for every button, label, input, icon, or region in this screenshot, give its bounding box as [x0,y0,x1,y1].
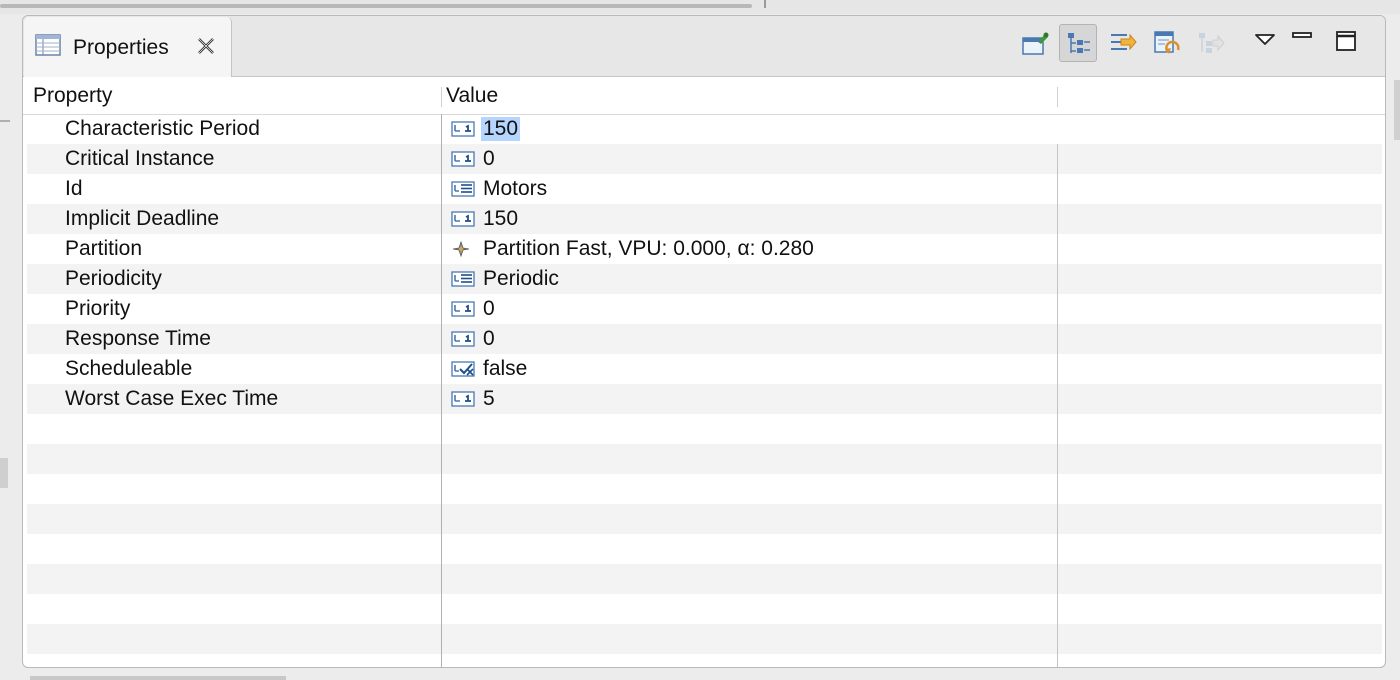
triangle-down-icon [1255,34,1275,45]
property-value-text: 0 [483,147,495,170]
table-row[interactable]: Priority 0 [27,294,1382,324]
property-value-text: 5 [483,387,495,410]
table-row[interactable]: Response Time 0 [27,324,1382,354]
filter-advanced-icon [1111,33,1137,51]
column-header-property[interactable]: Property [33,84,112,108]
table-row [27,564,1382,594]
top-scrollbar-remnant [0,0,1400,14]
text-icon [451,181,475,197]
property-value-text: 150 [481,117,521,141]
column-divider [1057,144,1058,667]
property-name: Implicit Deadline [65,207,220,230]
table-row [27,594,1382,624]
integer-icon [451,211,475,227]
property-name: Characteristic Period [65,117,260,140]
show-categories-button[interactable] [1059,24,1097,62]
restore-default-button[interactable] [1147,24,1185,62]
table-row[interactable]: Scheduleable false [27,354,1382,384]
bottom-scrollbar-remnant [30,676,286,680]
tab-title: Properties [73,36,169,59]
property-value-text: 150 [483,207,519,230]
property-value-text: 0 [483,327,495,350]
integer-icon [451,331,475,347]
properties-table-icon [35,34,61,56]
property-value-text: Periodic [483,267,559,290]
reference-icon [451,240,475,258]
property-name: Partition [65,237,143,260]
column-separator[interactable] [441,87,442,107]
table-row[interactable]: Characteristic Period 150 [27,114,1382,144]
scrollbar-thumb[interactable] [0,4,752,8]
properties-table: Property Value Characteristic Period 150 C… [23,78,1385,667]
property-name: Priority [65,297,131,320]
table-row[interactable]: Worst Case Exec Time 5 [27,384,1382,414]
property-name: Critical Instance [65,147,215,170]
disabled-action-button[interactable] [1191,24,1229,62]
minimize-button[interactable] [1285,24,1323,62]
maximize-icon [1336,31,1356,51]
table-row [27,624,1382,654]
column-divider [441,114,442,667]
divider [764,0,766,8]
table-header: Property Value [23,78,1385,115]
pin-to-selection-button[interactable] [1015,24,1053,62]
integer-icon [451,151,475,167]
scrollbar-thumb[interactable] [1394,80,1400,140]
table-row [27,444,1382,474]
column-header-value[interactable]: Value [446,84,498,108]
integer-icon [451,391,475,407]
table-row [27,474,1382,504]
close-x-icon[interactable] [196,36,216,56]
table-row [27,534,1382,564]
restore-default-icon [1154,31,1180,54]
table-body: Characteristic Period 150 Critical Instanc… [27,114,1382,654]
pin-icon [1022,32,1049,55]
table-row[interactable]: Implicit Deadline 150 [27,204,1382,234]
column-separator[interactable] [1057,87,1058,107]
property-name: Periodicity [65,267,162,290]
view-menu-button[interactable] [1247,24,1285,62]
view-toolbar [1015,24,1375,64]
integer-icon [451,121,475,137]
properties-view: Properties Property Value Characteristic… [22,15,1386,668]
divider [0,120,10,122]
table-row [27,414,1382,444]
boolean-icon [451,361,475,377]
property-value-text: Motors [483,177,548,200]
minimize-icon [1292,32,1312,38]
property-value-text: 0 [483,297,495,320]
property-name: Response Time [65,327,211,350]
property-value-text: false [483,357,528,380]
integer-icon [451,301,475,317]
disabled-tree-icon [1199,33,1225,53]
property-value-text: Partition Fast, VPU: 0.000, α: 0.280 [483,237,814,260]
maximize-button[interactable] [1329,24,1367,62]
view-header: Properties [23,16,1385,77]
table-row[interactable]: Partition Partition Fast, VPU: 0.000, α: … [27,234,1382,264]
property-name: Id [65,177,83,200]
show-advanced-button[interactable] [1103,24,1141,62]
table-row [27,504,1382,534]
table-row[interactable]: Critical Instance 0 [27,144,1382,174]
table-row[interactable]: Id Motors [27,174,1382,204]
tree-categories-icon [1068,33,1090,53]
text-icon [451,271,475,287]
property-name: Worst Case Exec Time [65,387,279,410]
table-row[interactable]: Periodicity Periodic [27,264,1382,294]
sash-handle[interactable] [0,458,8,488]
tab-properties[interactable]: Properties [24,17,232,77]
property-name: Scheduleable [65,357,193,380]
